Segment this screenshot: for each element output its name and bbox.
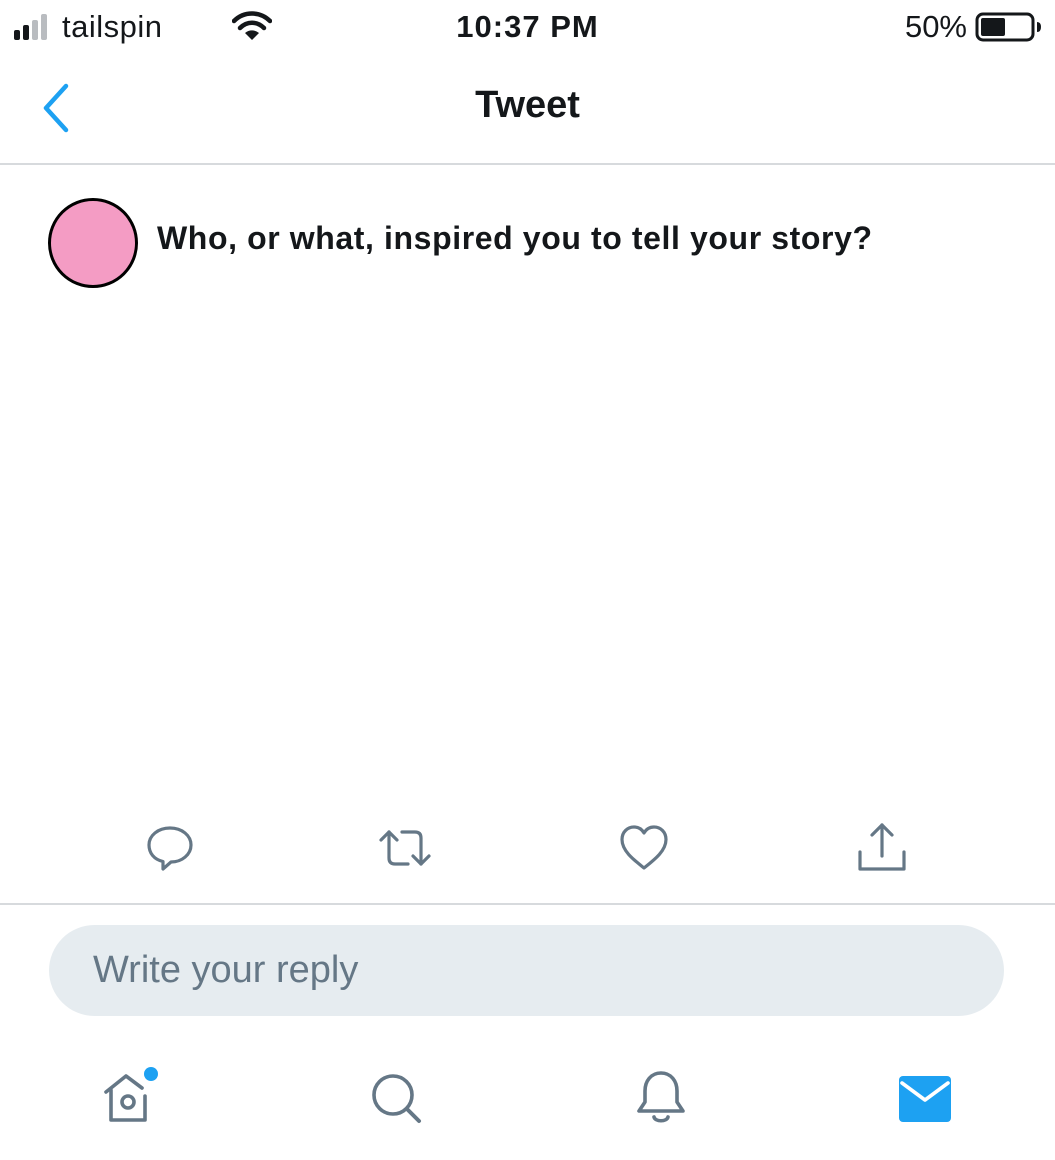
reply-button[interactable]	[142, 820, 198, 876]
tab-search[interactable]	[364, 1066, 428, 1130]
envelope-icon	[899, 1076, 951, 1122]
share-icon	[858, 823, 906, 871]
tweet: Who, or what, inspired you to tell your …	[0, 165, 1055, 903]
birdhouse-icon	[104, 1067, 158, 1122]
page-title: Tweet	[475, 84, 580, 126]
battery-percentage: 50%	[904, 9, 967, 44]
like-button[interactable]	[616, 820, 672, 876]
divider	[0, 903, 1055, 905]
tab-bar	[0, 1040, 1055, 1160]
tab-home[interactable]	[98, 1066, 162, 1130]
nav-bar: Tweet	[0, 56, 1055, 165]
notification-dot	[144, 1067, 158, 1081]
clock: 10:37 PM	[456, 9, 599, 44]
heart-icon	[620, 825, 668, 870]
retweet-icon	[379, 830, 431, 866]
avatar[interactable]	[48, 198, 138, 288]
tweet-actions	[0, 820, 1055, 880]
battery-icon	[975, 12, 1041, 42]
bell-icon	[637, 1071, 685, 1123]
magnifier-icon	[372, 1074, 421, 1123]
tab-notifications[interactable]	[629, 1066, 693, 1130]
tweet-text: Who, or what, inspired you to tell your …	[157, 220, 873, 256]
retweet-button[interactable]	[377, 820, 433, 876]
status-bar: tailspin 10:37 PM 50%	[0, 0, 1055, 56]
reply-input[interactable]	[93, 925, 973, 1016]
tab-messages[interactable]	[893, 1066, 957, 1130]
share-button[interactable]	[854, 820, 910, 876]
reply-box[interactable]	[49, 925, 1004, 1016]
speech-bubble-icon	[147, 826, 193, 871]
